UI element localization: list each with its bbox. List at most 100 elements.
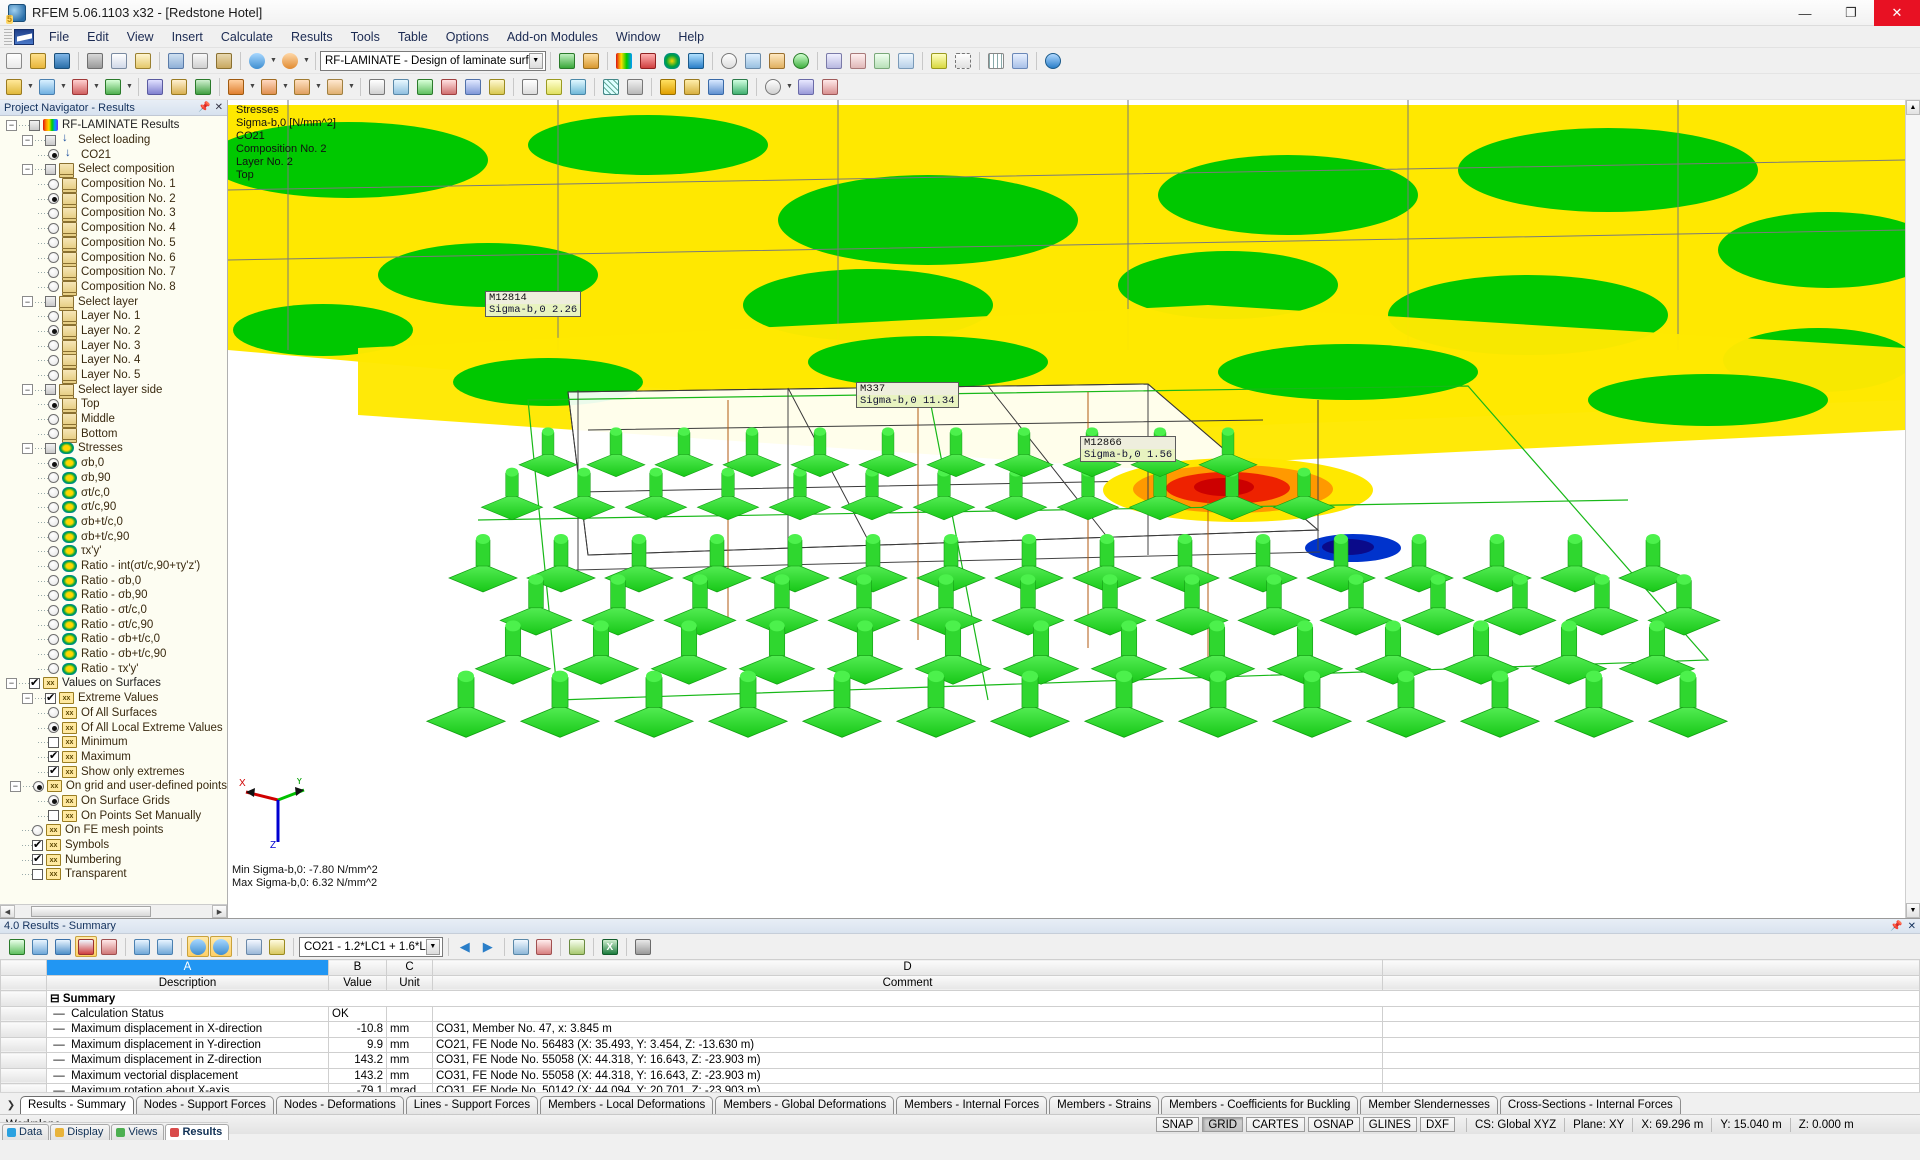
view-iso-icon[interactable] bbox=[822, 50, 846, 72]
status-toggle-cartes[interactable]: CARTES bbox=[1246, 1117, 1304, 1132]
tree-item[interactable]: Layer No. 2 bbox=[0, 324, 227, 339]
tree-radio[interactable] bbox=[48, 281, 59, 292]
new-member-icon[interactable] bbox=[68, 76, 92, 98]
status-toggle-glines[interactable]: GLINES bbox=[1363, 1117, 1417, 1132]
menu-options[interactable]: Options bbox=[437, 27, 498, 47]
help-icon[interactable] bbox=[1041, 50, 1065, 72]
calculator-icon[interactable] bbox=[632, 936, 654, 957]
tree-item[interactable]: xxOn Points Set Manually bbox=[0, 808, 227, 823]
results-tab[interactable]: Members - Strains bbox=[1049, 1096, 1159, 1114]
cell-description[interactable]: — Maximum displacement in Y-direction bbox=[47, 1037, 329, 1053]
tree-item[interactable]: σt/c,0 bbox=[0, 485, 227, 500]
status-toggle-dxf[interactable]: DXF bbox=[1420, 1117, 1455, 1132]
table-column-letters[interactable]: A B C D bbox=[1, 960, 1920, 976]
tree-item[interactable]: Middle bbox=[0, 412, 227, 427]
menu-tools[interactable]: Tools bbox=[342, 27, 389, 47]
pin-icon[interactable]: 📌 bbox=[198, 102, 210, 113]
value-tag-2[interactable]: M337 Sigma-b,0 11.34 bbox=[856, 382, 959, 408]
results-tab[interactable]: Members - Local Deformations bbox=[540, 1096, 713, 1114]
menu-bar[interactable]: File Edit View Insert Calculate Results … bbox=[0, 26, 1920, 48]
tree-radio[interactable] bbox=[33, 781, 44, 792]
cell-extra[interactable] bbox=[1383, 1068, 1920, 1084]
view-yz-icon[interactable] bbox=[894, 50, 918, 72]
cell-description[interactable]: — Maximum displacement in Z-direction bbox=[47, 1053, 329, 1069]
highlight-result-icon[interactable] bbox=[656, 76, 680, 98]
menu-view[interactable]: View bbox=[118, 27, 163, 47]
tree-radio[interactable] bbox=[48, 575, 59, 586]
row-header-cell[interactable] bbox=[1, 1022, 47, 1038]
cell-unit[interactable]: mm bbox=[387, 1037, 433, 1053]
redo-dropdown-arrow[interactable]: ▼ bbox=[302, 50, 311, 72]
tree-item[interactable]: Composition No. 1 bbox=[0, 177, 227, 192]
row-header-cell[interactable] bbox=[1, 991, 47, 1007]
redo-table-icon[interactable] bbox=[210, 936, 232, 957]
menu-edit[interactable]: Edit bbox=[78, 27, 118, 47]
tree-item[interactable]: τx'y' bbox=[0, 544, 227, 559]
tree-radio[interactable] bbox=[48, 208, 59, 219]
tabs-scroll-right-icon[interactable]: ❯ bbox=[2, 1096, 20, 1114]
tree-item[interactable]: −xxOn grid and user-defined points bbox=[0, 779, 227, 794]
tree-item[interactable]: xxOn FE mesh points bbox=[0, 823, 227, 838]
comment-icon[interactable] bbox=[542, 76, 566, 98]
table-row[interactable]: — Maximum vectorial displacement143.2mmC… bbox=[1, 1068, 1920, 1084]
cell-value[interactable]: -10.8 bbox=[329, 1022, 387, 1038]
isoline-icon[interactable] bbox=[728, 76, 752, 98]
cell-unit[interactable] bbox=[387, 1006, 433, 1022]
results-tab[interactable]: Member Slendernesses bbox=[1360, 1096, 1497, 1114]
tree-radio[interactable] bbox=[48, 722, 59, 733]
tree-radio[interactable] bbox=[48, 531, 59, 542]
value-tag-1[interactable]: M12814 Sigma-b,0 2.26 bbox=[485, 291, 581, 317]
tree-item[interactable]: σb+t/c,90 bbox=[0, 529, 227, 544]
cell-value[interactable]: 9.9 bbox=[329, 1037, 387, 1053]
tree-radio[interactable] bbox=[48, 487, 59, 498]
navigator-tab-display[interactable]: Display bbox=[50, 1124, 110, 1140]
new-member-dropdown-arrow[interactable]: ▼ bbox=[92, 76, 101, 98]
tree-item[interactable]: Ratio - int(σt/c,90+τy'z') bbox=[0, 559, 227, 574]
new-solid-icon[interactable] bbox=[143, 76, 167, 98]
cell-unit[interactable]: mm bbox=[387, 1068, 433, 1084]
tree-item[interactable]: CO21 bbox=[0, 147, 227, 162]
scroll-thumb[interactable] bbox=[31, 906, 151, 917]
tree-checkbox[interactable] bbox=[48, 737, 59, 748]
maximize-button[interactable]: ❐ bbox=[1828, 0, 1874, 26]
tree-item[interactable]: xxTransparent bbox=[0, 867, 227, 882]
tree-radio[interactable] bbox=[48, 193, 59, 204]
tree-checkbox[interactable] bbox=[32, 854, 43, 865]
tree-radio[interactable] bbox=[48, 590, 59, 601]
tree-item[interactable]: σb,0 bbox=[0, 456, 227, 471]
status-toggle-snap[interactable]: SNAP bbox=[1156, 1117, 1199, 1132]
cell-extra[interactable] bbox=[1383, 1006, 1920, 1022]
export-excel-icon[interactable]: X bbox=[599, 936, 621, 957]
results-tab[interactable]: Nodes - Support Forces bbox=[136, 1096, 274, 1114]
navigator-horizontal-scrollbar[interactable]: ◀ ▶ bbox=[0, 904, 227, 918]
paste-icon[interactable] bbox=[212, 50, 236, 72]
tree-item[interactable]: Ratio - σb,90 bbox=[0, 588, 227, 603]
print-preview-icon[interactable] bbox=[107, 50, 131, 72]
undo-icon[interactable] bbox=[245, 50, 269, 72]
addon-module-dropdown-arrow[interactable]: ▼ bbox=[529, 53, 543, 69]
tree-item[interactable]: xxMinimum bbox=[0, 735, 227, 750]
tree-expander-icon[interactable]: − bbox=[22, 135, 33, 146]
results-panel-buttons[interactable]: 📌 ✕ bbox=[1890, 921, 1916, 932]
tree-radio[interactable] bbox=[48, 252, 59, 263]
open-file-icon[interactable] bbox=[26, 50, 50, 72]
tree-radio[interactable] bbox=[48, 472, 59, 483]
tree-item[interactable]: Composition No. 5 bbox=[0, 236, 227, 251]
menu-addon-modules[interactable]: Add-on Modules bbox=[498, 27, 607, 47]
tree-item[interactable]: xxSymbols bbox=[0, 838, 227, 853]
dimension-icon[interactable] bbox=[518, 76, 542, 98]
undo-dropdown-arrow[interactable]: ▼ bbox=[269, 50, 278, 72]
menu-calculate[interactable]: Calculate bbox=[212, 27, 282, 47]
cell-value[interactable]: -79.1 bbox=[329, 1084, 387, 1093]
tree-radio[interactable] bbox=[48, 795, 59, 806]
tree-item[interactable]: Bottom bbox=[0, 426, 227, 441]
tree-item[interactable]: Ratio - τx'y' bbox=[0, 661, 227, 676]
nodal-load-icon[interactable] bbox=[224, 76, 248, 98]
results-tab[interactable]: Results - Summary bbox=[20, 1096, 134, 1114]
navigator-tab-data[interactable]: Data bbox=[2, 1124, 49, 1140]
cell-description[interactable]: — Maximum vectorial displacement bbox=[47, 1068, 329, 1084]
scroll-down-arrow[interactable]: ▼ bbox=[1906, 903, 1920, 918]
nodal-load-dropdown-arrow[interactable]: ▼ bbox=[248, 76, 257, 98]
view-xz-icon[interactable] bbox=[870, 50, 894, 72]
results-tab[interactable]: Nodes - Deformations bbox=[276, 1096, 404, 1114]
